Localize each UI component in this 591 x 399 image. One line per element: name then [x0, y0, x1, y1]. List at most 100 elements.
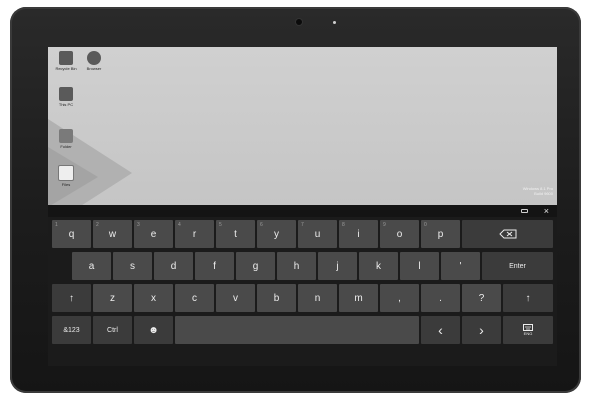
key-x[interactable]: x	[134, 284, 173, 312]
key-label: t	[234, 228, 237, 240]
tablet-device: Recycle Bin Browser This PC Folder Files…	[10, 7, 581, 393]
close-keyboard-button[interactable]: ×	[544, 205, 549, 217]
key-h[interactable]: h	[277, 252, 316, 280]
symbols-key[interactable]: &123	[52, 316, 91, 344]
key-g[interactable]: g	[236, 252, 275, 280]
ctrl-key[interactable]: Ctrl	[93, 316, 132, 344]
key-label: .	[439, 292, 442, 304]
keyboard-layout-key[interactable]: ENG	[503, 316, 553, 344]
key-label: b	[273, 292, 280, 304]
key-label: z	[110, 292, 115, 304]
key-period[interactable]: .	[421, 284, 460, 312]
touch-keyboard: 1q 2w 3e 4r 5t 6y 7u 8i 9o 0p a s d f g …	[48, 217, 557, 366]
left-arrow-key[interactable]: ‹	[421, 316, 460, 344]
key-d[interactable]: d	[154, 252, 193, 280]
key-label: y	[274, 228, 279, 240]
key-t[interactable]: 5t	[216, 220, 255, 248]
key-u[interactable]: 7u	[298, 220, 337, 248]
screen: Recycle Bin Browser This PC Folder Files…	[48, 47, 557, 366]
key-label: w	[108, 228, 117, 240]
key-label: m	[354, 292, 363, 304]
keyboard-dock-icon[interactable]	[521, 209, 528, 213]
key-label: e	[150, 228, 157, 240]
key-label: h	[293, 260, 300, 272]
key-alt-label: 0	[424, 222, 427, 228]
key-label: &123	[63, 326, 80, 334]
key-p[interactable]: 0p	[421, 220, 460, 248]
key-label: f	[213, 260, 216, 272]
light-sensor	[333, 21, 336, 24]
desktop-icon-folder[interactable]: Folder	[50, 129, 82, 149]
key-comma[interactable]: ,	[380, 284, 419, 312]
enter-key[interactable]: Enter	[482, 252, 553, 280]
key-alt-label: 6	[260, 222, 263, 228]
desktop-icon-label: This PC	[58, 102, 74, 107]
folder-icon	[59, 129, 73, 143]
key-label: j	[336, 260, 339, 272]
space-key[interactable]	[175, 316, 419, 344]
key-alt-label: 9	[383, 222, 386, 228]
key-b[interactable]: b	[257, 284, 296, 312]
left-arrow-icon: ‹	[438, 322, 443, 338]
key-s[interactable]: s	[113, 252, 152, 280]
key-label: Ctrl	[107, 326, 118, 334]
desktop-icon-label: Browser	[86, 66, 102, 71]
key-label: l	[418, 260, 421, 272]
key-label: '	[459, 260, 462, 272]
key-o[interactable]: 9o	[380, 220, 419, 248]
key-label: o	[396, 228, 403, 240]
key-q[interactable]: 1q	[52, 220, 91, 248]
key-alt-label: 3	[137, 222, 140, 228]
key-a[interactable]: a	[72, 252, 111, 280]
key-i[interactable]: 8i	[339, 220, 378, 248]
key-c[interactable]: c	[175, 284, 214, 312]
key-n[interactable]: n	[298, 284, 337, 312]
backspace-key[interactable]	[462, 220, 553, 248]
key-alt-label: 7	[301, 222, 304, 228]
key-l[interactable]: l	[400, 252, 439, 280]
key-r[interactable]: 4r	[175, 220, 214, 248]
key-v[interactable]: v	[216, 284, 255, 312]
desktop-icon-this-pc[interactable]: This PC	[50, 87, 82, 107]
key-label: i	[357, 228, 360, 240]
desktop-icon-label: Folder	[60, 144, 72, 149]
key-label: r	[192, 228, 197, 240]
right-arrow-key[interactable]: ›	[462, 316, 501, 344]
desktop-icon-browser[interactable]: Browser	[78, 51, 110, 71]
key-alt-label: 4	[178, 222, 181, 228]
desktop-icon-files[interactable]: Files	[50, 165, 82, 187]
key-apostrophe[interactable]: '	[441, 252, 480, 280]
key-label: u	[314, 228, 321, 240]
key-alt-label: 8	[342, 222, 345, 228]
desktop-icon-label: Files	[61, 182, 71, 187]
desktop: Recycle Bin Browser This PC Folder Files…	[48, 47, 557, 205]
key-f[interactable]: f	[195, 252, 234, 280]
key-alt-label: 2	[96, 222, 99, 228]
shift-icon: ↑	[525, 292, 531, 304]
key-j[interactable]: j	[318, 252, 357, 280]
key-label: d	[170, 260, 177, 272]
browser-icon	[87, 51, 101, 65]
key-label: g	[252, 260, 259, 272]
key-m[interactable]: m	[339, 284, 378, 312]
key-e[interactable]: 3e	[134, 220, 173, 248]
emoji-key[interactable]: ☻	[134, 316, 173, 344]
emoji-icon: ☻	[148, 324, 159, 336]
shift-key-left[interactable]: ↑	[52, 284, 91, 312]
key-label: ?	[478, 292, 485, 304]
key-alt-label: 5	[219, 222, 222, 228]
key-y[interactable]: 6y	[257, 220, 296, 248]
shift-key-right[interactable]: ↑	[503, 284, 553, 312]
computer-icon	[59, 87, 73, 101]
key-question[interactable]: ?	[462, 284, 501, 312]
key-z[interactable]: z	[93, 284, 132, 312]
os-watermark: Windows 8.1 Pro Build 9600	[523, 186, 553, 196]
keyboard-title-bar: ×	[48, 205, 557, 217]
key-label: c	[192, 292, 197, 304]
key-label: n	[314, 292, 321, 304]
key-label: k	[376, 260, 381, 272]
key-w[interactable]: 2w	[93, 220, 132, 248]
language-label: ENG	[523, 331, 533, 336]
shift-icon: ↑	[69, 292, 74, 304]
key-k[interactable]: k	[359, 252, 398, 280]
